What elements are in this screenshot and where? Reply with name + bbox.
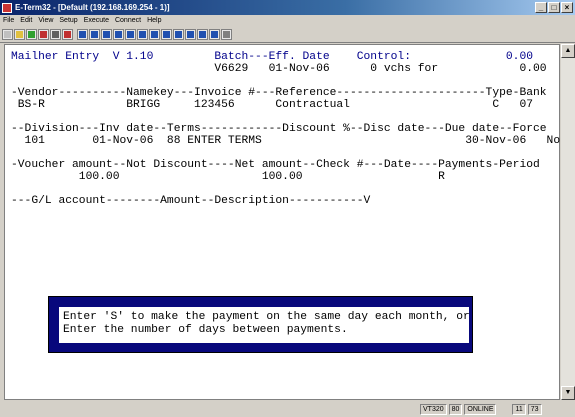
menu-view[interactable]: View (35, 17, 56, 24)
maximize-button[interactable]: □ (548, 2, 560, 13)
app-icon (2, 2, 12, 13)
terminal-line-5: BS-R BRIGG 123456 Contractual C 07 (11, 99, 534, 111)
f7-icon[interactable] (149, 28, 160, 40)
status-online: ONLINE (464, 404, 497, 415)
status-row: 11 (512, 404, 526, 415)
message-panel: Enter 'S' to make the payment on the sam… (59, 307, 470, 343)
message-line-2: Enter the number of days between payment… (63, 324, 348, 336)
vertical-scrollbar[interactable]: ▲ ▼ (561, 44, 575, 400)
menu-connect[interactable]: Connect (112, 17, 144, 24)
menu-execute[interactable]: Execute (81, 17, 112, 24)
menu-bar: File Edit View Setup Execute Connect Hel… (0, 15, 575, 26)
status-terminal-type: VT320 (420, 404, 447, 415)
print-icon[interactable] (50, 28, 61, 40)
window-title: E-Term32 - [Default (192.168.169.254 - 1… (15, 3, 170, 12)
title-bar: E-Term32 - [Default (192.168.169.254 - 1… (0, 0, 575, 15)
f2-icon[interactable] (89, 28, 100, 40)
terminal-line-4: -Vendor----------Namekey---Invoice #---R… (11, 87, 547, 99)
help-icon[interactable] (221, 28, 232, 40)
menu-edit[interactable]: Edit (17, 17, 35, 24)
f8-icon[interactable] (161, 28, 172, 40)
menu-help[interactable]: Help (144, 17, 164, 24)
f11-icon[interactable] (197, 28, 208, 40)
status-bar: VT320 80 ONLINE 11 73 (0, 402, 575, 417)
f4-icon[interactable] (113, 28, 124, 40)
menu-setup[interactable]: Setup (56, 17, 80, 24)
terminal-line-8: 101 01-Nov-06 88 ENTER TERMS 30-Nov-06 N… (11, 135, 561, 147)
f12-icon[interactable] (209, 28, 220, 40)
message-line-1: Enter 'S' to make the payment on the sam… (63, 311, 470, 323)
scroll-up-icon[interactable]: ▲ (561, 44, 575, 58)
f9-icon[interactable] (173, 28, 184, 40)
f3-icon[interactable] (101, 28, 112, 40)
disconnect-icon[interactable] (38, 28, 49, 40)
f6-icon[interactable] (137, 28, 148, 40)
minimize-button[interactable]: _ (535, 2, 547, 13)
close-button[interactable]: × (561, 2, 573, 13)
terminal-screen[interactable]: Mailher Entry V 1.10 Batch---Eff. Date C… (4, 44, 560, 400)
terminal-line-1: Mailher Entry V 1.10 Batch---Eff. Date C… (11, 51, 534, 63)
toolbar (0, 26, 575, 43)
new-icon[interactable] (2, 28, 13, 40)
scroll-down-icon[interactable]: ▼ (561, 386, 575, 400)
f10-icon[interactable] (185, 28, 196, 40)
message-box: Enter 'S' to make the payment on the sam… (48, 296, 473, 353)
terminal-line-10: -Voucher amount--Not Discount----Net amo… (11, 159, 540, 171)
open-icon[interactable] (14, 28, 25, 40)
terminal-line-13: ---G/L account--------Amount--Descriptio… (11, 195, 371, 207)
terminal-line-11: 100.00 100.00 R (11, 171, 445, 183)
status-columns: 80 (448, 404, 463, 415)
terminal-line-7: --Division---Inv date--Terms------------… (11, 123, 547, 135)
f5-icon[interactable] (125, 28, 136, 40)
menu-file[interactable]: File (0, 17, 17, 24)
f1-icon[interactable] (77, 28, 88, 40)
terminal-line-2: V6629 01-Nov-06 0 vchs for 0.00 (11, 63, 547, 75)
connect-icon[interactable] (26, 28, 37, 40)
stop-icon[interactable] (62, 28, 73, 40)
status-col: 73 (527, 404, 542, 415)
